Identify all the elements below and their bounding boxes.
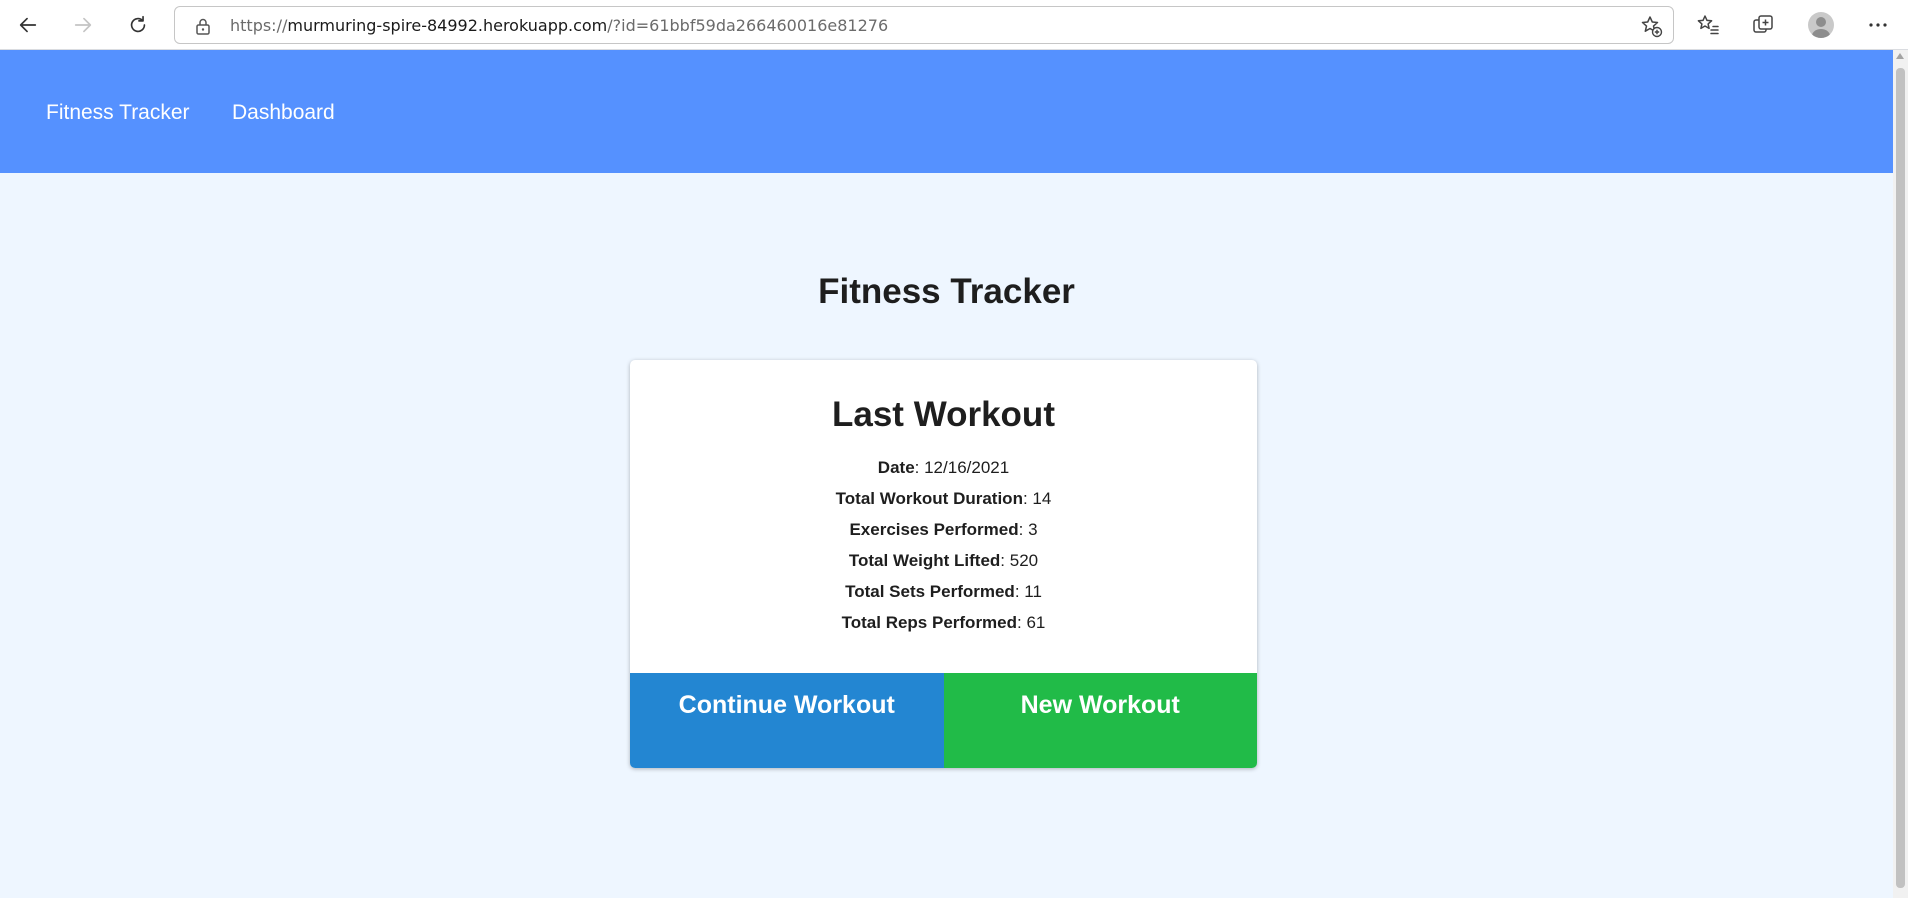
stat-reps: Total Reps Performed: 61 xyxy=(630,609,1257,640)
stat-label: Total Weight Lifted xyxy=(848,551,1001,570)
stat-label: Exercises Performed xyxy=(849,520,1019,539)
url-host: murmuring-spire-84992.herokuapp.com xyxy=(287,16,608,35)
workout-stats: Date: 12/16/2021 Total Workout Duration:… xyxy=(630,454,1257,640)
stat-value: : 520 xyxy=(1000,551,1039,570)
profile-icon[interactable] xyxy=(1803,7,1839,43)
add-favorite-icon[interactable] xyxy=(1639,14,1663,38)
site-navbar: Fitness Tracker Dashboard xyxy=(0,50,1893,173)
url-path: /?id=61bbf59da266460016e81276 xyxy=(607,16,889,35)
stat-label: Total Sets Performed xyxy=(845,582,1015,601)
stat-value: : 12/16/2021 xyxy=(914,458,1010,477)
stat-label: Total Reps Performed xyxy=(841,613,1018,632)
back-arrow-icon[interactable] xyxy=(10,7,46,43)
scroll-up-arrow-icon[interactable] xyxy=(1896,53,1904,59)
card-title: Last Workout xyxy=(832,395,1055,434)
nav-brand-link[interactable]: Fitness Tracker xyxy=(46,100,190,126)
continue-workout-button[interactable]: Continue Workout xyxy=(630,673,944,768)
card-actions: Continue Workout New Workout xyxy=(630,673,1257,768)
lock-icon[interactable] xyxy=(193,16,213,36)
stat-value: : 3 xyxy=(1018,520,1038,539)
scroll-thumb[interactable] xyxy=(1896,68,1905,888)
stat-weight: Total Weight Lifted: 520 xyxy=(630,547,1257,578)
nav-dashboard-link[interactable]: Dashboard xyxy=(232,100,335,126)
address-bar[interactable]: https://murmuring-spire-84992.herokuapp.… xyxy=(174,6,1674,44)
stat-label: Date xyxy=(877,458,915,477)
new-workout-button[interactable]: New Workout xyxy=(943,673,1257,768)
stat-date: Date: 12/16/2021 xyxy=(630,454,1257,485)
stat-sets: Total Sets Performed: 11 xyxy=(630,578,1257,609)
last-workout-card: Last Workout Date: 12/16/2021 Total Work… xyxy=(630,360,1257,768)
url-prefix: https:// xyxy=(230,16,288,35)
browser-toolbar: https://murmuring-spire-84992.herokuapp.… xyxy=(0,0,1908,50)
forward-arrow-icon[interactable] xyxy=(65,7,101,43)
url-text[interactable]: https://murmuring-spire-84992.herokuapp.… xyxy=(230,16,888,35)
collections-icon[interactable] xyxy=(1745,7,1781,43)
page-scrollbar[interactable] xyxy=(1893,50,1908,898)
stat-value: : 11 xyxy=(1014,582,1042,601)
more-icon[interactable] xyxy=(1860,7,1896,43)
stat-duration: Total Workout Duration: 14 xyxy=(630,485,1257,516)
refresh-icon[interactable] xyxy=(120,7,156,43)
stat-exercises: Exercises Performed: 3 xyxy=(630,516,1257,547)
stat-value: : 14 xyxy=(1022,489,1052,508)
stat-value: : 61 xyxy=(1017,613,1046,632)
avatar xyxy=(1808,12,1834,38)
page-title: Fitness Tracker xyxy=(818,272,1075,311)
stat-label: Total Workout Duration xyxy=(835,489,1023,508)
favorites-icon[interactable] xyxy=(1690,7,1726,43)
